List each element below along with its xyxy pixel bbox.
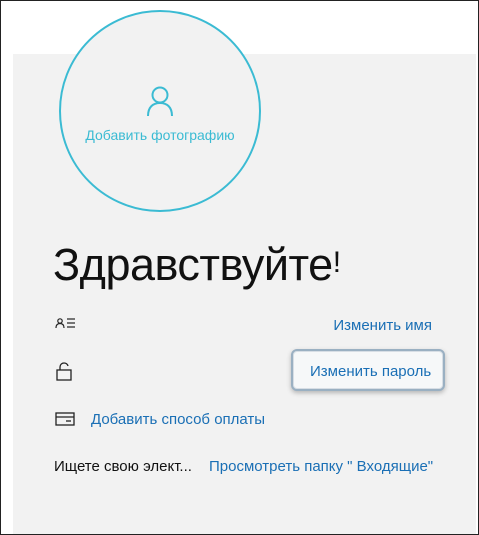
add-payment-link[interactable]: Добавить способ оплаты xyxy=(91,411,265,428)
change-password-link[interactable]: Изменить пароль xyxy=(310,363,431,380)
lock-icon xyxy=(56,362,72,381)
add-photo-label[interactable]: Добавить фотографию xyxy=(59,127,261,143)
top-area xyxy=(1,1,478,54)
greeting-heading: Здравствуйте! xyxy=(53,233,341,295)
email-prompt: Ищете свою элект... xyxy=(54,458,192,475)
person-icon xyxy=(147,86,173,117)
card-icon xyxy=(55,412,75,426)
window-frame: Добавить фотографию Здравствуйте! Измени… xyxy=(0,0,479,535)
change-name-link[interactable]: Изменить имя xyxy=(333,317,432,334)
name-icon xyxy=(55,318,75,329)
view-inbox-link[interactable]: Просмотреть папку " Входящие" xyxy=(209,458,433,475)
greeting-text: Здравствуйте xyxy=(53,239,333,290)
greeting-punct: ! xyxy=(332,246,341,279)
